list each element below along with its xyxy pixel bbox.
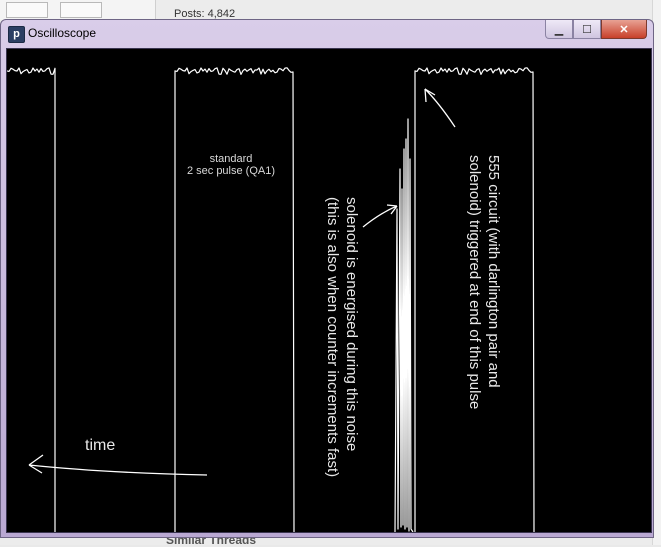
background-thumbnail xyxy=(6,2,48,18)
minimize-icon: ▁ xyxy=(554,23,564,36)
solenoid-annotation-line2: (this is also when counter increments fa… xyxy=(324,197,341,478)
window-titlebar[interactable]: p Oscilloscope ▁ ☐ ✕ xyxy=(1,20,653,47)
solenoid-annotation-line1: solenoid is energised during this noise xyxy=(343,197,360,452)
solenoid-annotation: solenoid is energised during this noise … xyxy=(323,197,361,477)
minimize-button[interactable]: ▁ xyxy=(545,20,573,39)
trace-noise-burst xyxy=(394,118,414,532)
time-label: time xyxy=(85,437,116,454)
oscilloscope-window: p Oscilloscope ▁ ☐ ✕ standard 2 sec puls… xyxy=(0,19,654,538)
circuit-annotation-line1: 555 circuit (with darlington pair and xyxy=(485,155,502,388)
time-arrow-icon xyxy=(28,454,208,476)
circuit-annotation-line2: solenoid) triggered at end of this pulse xyxy=(466,155,483,410)
maximize-button[interactable]: ☐ xyxy=(573,20,601,39)
background-thumbnail xyxy=(60,2,102,18)
app-icon[interactable]: p xyxy=(8,26,25,43)
close-button[interactable]: ✕ xyxy=(601,20,647,39)
background-toolbar-strip xyxy=(0,0,156,20)
trace-pulse-1 xyxy=(7,67,56,532)
arrow-to-noise-icon xyxy=(362,204,398,228)
window-controls: ▁ ☐ ✕ xyxy=(545,20,647,40)
close-icon: ✕ xyxy=(619,23,629,36)
standard-label-line2: 2 sec pulse (QA1) xyxy=(186,165,276,177)
standard-label-line1: standard xyxy=(209,153,253,165)
standard-pulse-label: standard 2 sec pulse (QA1) xyxy=(181,153,281,177)
maximize-icon: ☐ xyxy=(582,23,592,36)
trace-pulse-2 xyxy=(174,67,295,532)
arrow-to-pulse-icon xyxy=(424,88,456,128)
circuit-annotation: 555 circuit (with darlington pair and so… xyxy=(465,155,503,409)
window-title: Oscilloscope xyxy=(28,26,97,40)
scope-display: standard 2 sec pulse (QA1) 555 circuit (… xyxy=(6,48,652,533)
